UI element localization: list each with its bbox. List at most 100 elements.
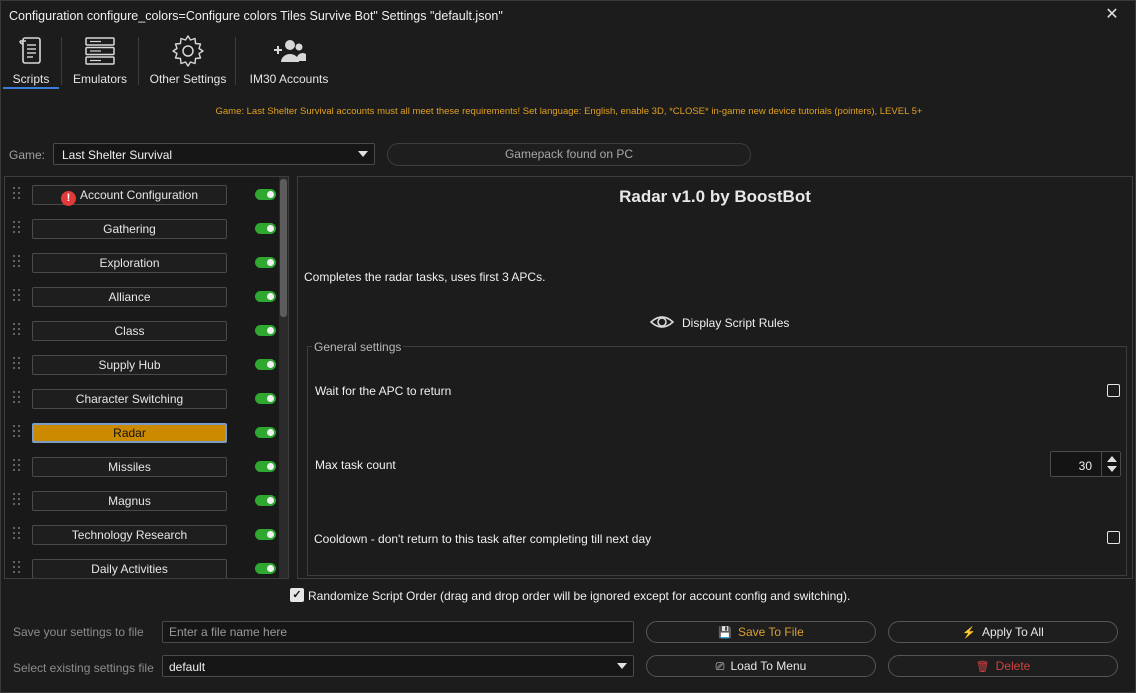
drag-handle-icon[interactable] <box>13 561 21 575</box>
tab-emulators[interactable]: Emulators <box>65 31 135 89</box>
drag-handle-icon[interactable] <box>13 391 21 405</box>
toolbar: Scripts Emulators Other Settings IM30 Ac… <box>1 31 1135 91</box>
script-detail-panel: Radar v1.0 by BoostBot Completes the rad… <box>297 176 1133 579</box>
delete-button[interactable]: 🗑 Delete <box>888 655 1118 677</box>
toolbar-divider <box>235 37 236 85</box>
script-toggle[interactable] <box>255 189 276 200</box>
tab-im30-accounts-label: IM30 Accounts <box>249 72 329 86</box>
window-title: Configuration configure_colors=Configure… <box>9 9 503 23</box>
script-button-character-switching[interactable]: Character Switching <box>32 389 227 409</box>
tab-scripts-label: Scripts <box>12 72 50 86</box>
load-to-menu-button[interactable]: ⎚ Load To Menu <box>646 655 876 677</box>
script-button-class[interactable]: Class <box>32 321 227 341</box>
randomize-label: Randomize Script Order (drag and drop or… <box>308 589 851 603</box>
list-item: Daily Activities <box>5 551 280 578</box>
save-to-file-label: Save To File <box>737 625 804 639</box>
tab-im30-accounts[interactable]: IM30 Accounts <box>245 31 333 89</box>
wait-apc-checkbox[interactable] <box>1107 384 1120 397</box>
tab-other-settings[interactable]: Other Settings <box>145 31 231 89</box>
script-toggle[interactable] <box>255 461 276 472</box>
close-icon[interactable]: ✕ <box>1103 6 1121 24</box>
randomize-checkbox[interactable]: ✓ <box>290 588 304 602</box>
settings-file-select[interactable]: default <box>162 655 634 677</box>
drag-handle-icon[interactable] <box>13 527 21 541</box>
script-toggle[interactable] <box>255 427 276 438</box>
script-toggle[interactable] <box>255 325 276 336</box>
chevron-up-icon[interactable] <box>1107 456 1117 462</box>
drag-handle-icon[interactable] <box>13 425 21 439</box>
users-add-icon <box>274 40 306 62</box>
script-button-supply-hub[interactable]: Supply Hub <box>32 355 227 375</box>
apply-to-all-label: Apply To All <box>981 625 1044 639</box>
game-select-value: Last Shelter Survival <box>62 148 173 162</box>
drag-handle-icon[interactable] <box>13 255 21 269</box>
drag-handle-icon[interactable] <box>13 289 21 303</box>
lightning-icon: ⚡ <box>962 627 976 639</box>
tab-scripts[interactable]: Scripts <box>3 31 59 89</box>
drag-handle-icon[interactable] <box>13 221 21 235</box>
script-toggle[interactable] <box>255 393 276 404</box>
script-button-gathering[interactable]: Gathering <box>32 219 227 239</box>
list-item: Technology Research <box>5 517 280 551</box>
script-button-daily-activities[interactable]: Daily Activities <box>32 559 227 578</box>
drag-handle-icon[interactable] <box>13 357 21 371</box>
list-item: Exploration <box>5 245 280 279</box>
script-toggle[interactable] <box>255 563 276 574</box>
script-button-technology-research[interactable]: Technology Research <box>32 525 227 545</box>
scrollbar-thumb[interactable] <box>280 179 287 317</box>
script-toggle[interactable] <box>255 223 276 234</box>
tab-other-settings-label: Other Settings <box>149 72 227 86</box>
max-task-count-value: 30 <box>1078 459 1092 473</box>
general-settings-group: General settings Wait for the APC to ret… <box>307 340 1127 576</box>
chevron-down-icon[interactable] <box>1107 466 1117 472</box>
file-name-input[interactable] <box>162 621 634 643</box>
save-to-file-button[interactable]: 💾 Save To File <box>646 621 876 643</box>
game-select[interactable]: Last Shelter Survival <box>53 143 375 165</box>
drag-handle-icon[interactable] <box>13 493 21 507</box>
warning-icon: ! <box>60 191 76 206</box>
apply-to-all-button[interactable]: ⚡ Apply To All <box>888 621 1118 643</box>
drag-handle-icon[interactable] <box>13 459 21 473</box>
title-bar: Configuration configure_colors=Configure… <box>1 1 1135 31</box>
requirements-notice: Game: Last Shelter Survival accounts mus… <box>215 106 923 117</box>
script-toggle[interactable] <box>255 495 276 506</box>
server-icon <box>85 37 115 65</box>
toolbar-divider <box>138 37 139 85</box>
script-button-missiles[interactable]: Missiles <box>32 457 227 477</box>
script-label: Account Configuration <box>79 188 199 202</box>
cooldown-checkbox[interactable] <box>1107 531 1120 544</box>
settings-file-value: default <box>169 660 206 674</box>
script-toggle[interactable] <box>255 359 276 370</box>
tab-emulators-label: Emulators <box>72 72 128 86</box>
settings-window: Configuration configure_colors=Configure… <box>0 0 1136 693</box>
script-toggle[interactable] <box>255 291 276 302</box>
script-title: Radar v1.0 by BoostBot <box>619 187 811 206</box>
script-button-account-configuration[interactable]: ! Account Configuration <box>32 185 227 206</box>
script-button-magnus[interactable]: Magnus <box>32 491 227 511</box>
script-button-exploration[interactable]: Exploration <box>32 253 227 273</box>
script-button-radar[interactable]: Radar <box>32 423 227 443</box>
game-label: Game: <box>9 148 46 162</box>
floppy-icon: 💾 <box>718 627 732 639</box>
gear-icon <box>172 35 204 67</box>
select-settings-label: Select existing settings file <box>13 661 154 675</box>
max-task-count-stepper[interactable]: 30 <box>1050 451 1121 477</box>
delete-label: Delete <box>995 659 1031 673</box>
chevron-down-icon <box>617 663 627 669</box>
drag-handle-icon[interactable] <box>13 323 21 337</box>
script-button-alliance[interactable]: Alliance <box>32 287 227 307</box>
tray-icon: ⎚ <box>715 661 725 673</box>
chevron-down-icon <box>358 151 368 157</box>
drag-handle-icon[interactable] <box>13 187 21 201</box>
script-list-scrollbar[interactable] <box>279 177 288 578</box>
gamepack-status: Gamepack found on PC <box>387 143 751 166</box>
stepper-divider <box>1101 452 1102 476</box>
list-item: ! Account Configuration <box>5 177 280 211</box>
script-toggle[interactable] <box>255 529 276 540</box>
trash-icon: 🗑 <box>975 661 990 673</box>
script-toggle[interactable] <box>255 257 276 268</box>
list-item: Radar <box>5 415 280 449</box>
list-item: Missiles <box>5 449 280 483</box>
group-title: General settings <box>312 340 404 354</box>
script-description: Completes the radar tasks, uses first 3 … <box>304 270 546 284</box>
